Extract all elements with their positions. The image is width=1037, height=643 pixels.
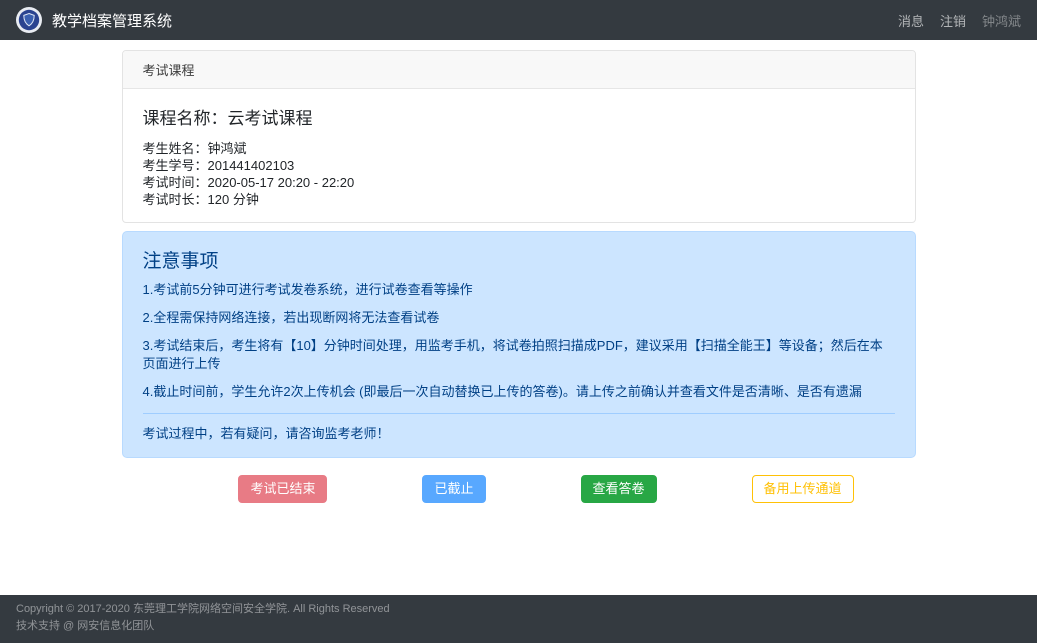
- exam-time-row: 考试时间：2020-05-17 20:20 - 22:20: [143, 174, 895, 191]
- notice-item: 1.考试前5分钟可进行考试发卷系统，进行试卷查看等操作: [143, 281, 895, 299]
- view-answers-button[interactable]: 查看答卷: [581, 475, 657, 503]
- student-name-value: 钟鸿斌: [208, 141, 247, 156]
- deadline-passed-button: 已截止: [422, 475, 485, 503]
- student-id-row: 考生学号：201441402103: [143, 157, 895, 174]
- notice-item: 2.全程需保持网络连接，若出现断网将无法查看试卷: [143, 309, 895, 327]
- navbar-brand-label: 教学档案管理系统: [52, 10, 172, 31]
- navbar-brand[interactable]: 教学档案管理系统: [16, 7, 172, 33]
- main-content: 考试课程 课程名称：云考试课程 考生姓名：钟鸿斌 考生学号：2014414021…: [122, 50, 916, 503]
- student-name-label: 考生姓名：: [143, 141, 208, 156]
- footer-copyright: Copyright © 2017-2020 东莞理工学院网络空间安全学院. Al…: [16, 601, 1021, 619]
- exam-duration-label: 考试时长：: [143, 192, 208, 207]
- notice-footer-text: 考试过程中，若有疑问，请咨询监考老师！: [143, 425, 895, 443]
- exam-course-card: 考试课程 课程名称：云考试课程 考生姓名：钟鸿斌 考生学号：2014414021…: [122, 50, 916, 223]
- student-id-label: 考生学号：: [143, 158, 208, 173]
- course-name: 课程名称：云考试课程: [143, 104, 895, 129]
- course-name-label: 课程名称：: [143, 109, 228, 128]
- notice-divider: [143, 413, 895, 414]
- exam-duration-value: 120 分钟: [208, 192, 259, 207]
- exam-time-value: 2020-05-17 20:20 - 22:20: [208, 175, 355, 190]
- nav-link-messages[interactable]: 消息: [898, 11, 924, 30]
- exam-duration-row: 考试时长：120 分钟: [143, 191, 895, 208]
- exam-time-label: 考试时间：: [143, 175, 208, 190]
- card-body: 课程名称：云考试课程 考生姓名：钟鸿斌 考生学号：201441402103 考试…: [123, 89, 915, 222]
- notice-title: 注意事项: [143, 246, 895, 273]
- page-footer: Copyright © 2017-2020 东莞理工学院网络空间安全学院. Al…: [0, 595, 1037, 643]
- footer-support: 技术支持 @ 网安信息化团队: [16, 618, 1021, 636]
- exam-ended-button: 考试已结束: [238, 475, 327, 503]
- notice-item: 3.考试结束后，考生将有【10】分钟时间处理，用监考手机，将试卷拍照扫描成PDF…: [143, 337, 895, 373]
- school-logo-icon: [16, 7, 42, 33]
- notice-item: 4.截止时间前，学生允许2次上传机会 (即最后一次自动替换已上传的答卷)。请上传…: [143, 383, 895, 401]
- card-header-title: 考试课程: [123, 51, 915, 89]
- notice-alert: 注意事项 1.考试前5分钟可进行考试发卷系统，进行试卷查看等操作 2.全程需保持…: [122, 231, 916, 458]
- nav-link-logout[interactable]: 注销: [940, 11, 966, 30]
- navbar-username: 钟鸿斌: [982, 11, 1021, 30]
- backup-upload-channel-button[interactable]: 备用上传通道: [752, 475, 854, 503]
- student-id-value: 201441402103: [208, 158, 295, 173]
- navbar: 教学档案管理系统 消息 注销 钟鸿斌: [0, 0, 1037, 40]
- student-name-row: 考生姓名：钟鸿斌: [143, 140, 895, 157]
- action-button-row: 考试已结束 已截止 查看答卷 备用上传通道: [122, 475, 916, 503]
- course-name-value: 云考试课程: [228, 109, 313, 128]
